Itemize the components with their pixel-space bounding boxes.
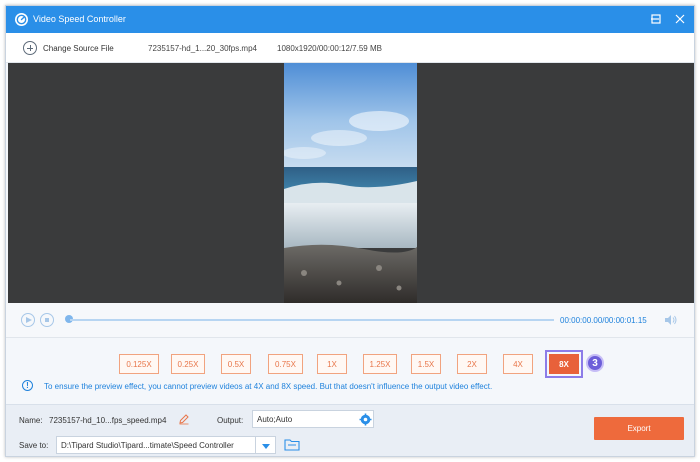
add-file-icon[interactable] (23, 41, 37, 55)
speed-0.5x-button[interactable]: 0.5X (221, 354, 251, 374)
speed-options: 0.125X 0.25X 0.5X 0.75X 1X 1.25X 1.5X 2X… (6, 338, 694, 404)
preview-info-text: To ensure the preview effect, you cannot… (44, 382, 493, 391)
playback-controls: 00:00:00.00/00:00:01.15 (6, 303, 694, 338)
window-title: Video Speed Controller (33, 14, 126, 24)
save-path-dropdown[interactable] (256, 436, 276, 454)
edit-name-icon[interactable] (178, 413, 190, 427)
volume-icon[interactable] (664, 314, 678, 328)
speed-4x-button[interactable]: 4X (503, 354, 533, 374)
output-format-field[interactable]: Auto;Auto (252, 410, 374, 428)
progress-track[interactable] (70, 319, 554, 321)
source-file-meta: 1080x1920/00:00:12/7.59 MB (277, 44, 382, 53)
play-icon (26, 317, 32, 323)
speed-2x-button[interactable]: 2X (457, 354, 487, 374)
speed-0.125x-button[interactable]: 0.125X (119, 354, 159, 374)
speed-controller-app-icon (15, 13, 28, 26)
folder-icon[interactable] (284, 438, 300, 453)
video-frame (284, 63, 417, 303)
speed-8x-button[interactable]: 8X (545, 350, 583, 378)
save-path-field[interactable]: D:\Tipard Studio\Tipard...timate\Speed C… (56, 436, 256, 454)
maximize-square-icon[interactable] (647, 10, 665, 28)
speed-1x-button[interactable]: 1X (317, 354, 347, 374)
source-file-name: 7235157-hd_1...20_30fps.mp4 (148, 44, 257, 53)
speed-1.5x-button[interactable]: 1.5X (411, 354, 441, 374)
info-icon: ! (22, 380, 33, 391)
output-label: Output: (217, 416, 244, 425)
playback-time: 00:00:00.00/00:00:01.15 (560, 316, 647, 325)
source-bar: Change Source File 7235157-hd_1...20_30f… (6, 33, 694, 63)
change-source-file-button[interactable]: Change Source File (43, 44, 114, 53)
close-icon[interactable] (671, 10, 689, 28)
speed-1.25x-button[interactable]: 1.25X (363, 354, 397, 374)
save-to-label: Save to: (19, 441, 49, 450)
speed-0.25x-button[interactable]: 0.25X (171, 354, 205, 374)
stop-icon (45, 318, 49, 322)
export-button[interactable]: Export (594, 417, 684, 440)
app-window: Video Speed Controller Change Source Fil… (5, 5, 695, 457)
stop-button[interactable] (40, 313, 54, 327)
speed-0.75x-button[interactable]: 0.75X (268, 354, 303, 374)
output-format-value: Auto;Auto (257, 415, 293, 424)
play-button[interactable] (21, 313, 35, 327)
gear-icon[interactable] (359, 413, 372, 428)
output-panel: Name: 7235157-hd_10...fps_speed.mp4 Outp… (6, 404, 694, 456)
chevron-down-icon (262, 444, 270, 449)
name-label: Name: (19, 416, 43, 425)
title-bar: Video Speed Controller (6, 6, 694, 33)
output-file-name: 7235157-hd_10...fps_speed.mp4 (49, 416, 167, 425)
step-badge: 3 (586, 354, 604, 372)
save-path-value: D:\Tipard Studio\Tipard...timate\Speed C… (61, 441, 234, 450)
video-preview (8, 63, 694, 303)
